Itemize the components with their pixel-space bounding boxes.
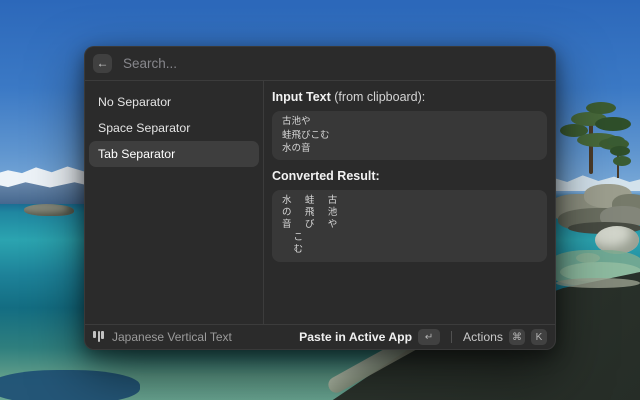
return-key-badge: ↵ (418, 329, 441, 345)
footer: Japanese Vertical Text Paste in Active A… (85, 324, 555, 349)
sidebar-item-label: Tab Separator (98, 147, 176, 161)
foreground-rock-top-edge (556, 278, 640, 288)
input-heading-rest: (from clipboard): (330, 90, 426, 104)
converted-text: 水 蛙 古 の 飛 池 音 び や こ む (282, 194, 338, 256)
small-tree-foliage (613, 156, 631, 166)
input-heading-bold: Input Text (272, 90, 331, 104)
actions-label: Actions (463, 330, 503, 344)
detail-panel: Input Text (from clipboard): 古池や 蛙飛びこむ 水… (264, 81, 555, 324)
small-tree-foliage (610, 146, 630, 156)
actions-button[interactable]: Actions ⌘ K (463, 329, 547, 345)
search-input[interactable] (121, 55, 547, 72)
sidebar-item-tab-separator[interactable]: Tab Separator (89, 141, 259, 167)
vertical-text-icon (93, 330, 104, 344)
converted-text-block: 水 蛙 古 の 飛 池 音 び や こ む (272, 189, 547, 262)
converted-heading: Converted Result: (272, 168, 547, 183)
search-bar: ← (85, 47, 555, 81)
paste-action-label: Paste in Active App (299, 330, 413, 344)
converted-heading-bold: Converted Result: (272, 168, 380, 183)
sidebar-item-no-separator[interactable]: No Separator (89, 89, 259, 115)
extension-name: Japanese Vertical Text (112, 330, 232, 344)
sidebar-item-space-separator[interactable]: Space Separator (89, 115, 259, 141)
back-icon: ← (96, 56, 109, 70)
back-button[interactable]: ← (93, 54, 112, 73)
paste-action-button[interactable]: Paste in Active App ↵ (299, 329, 441, 345)
pine-foliage (595, 117, 631, 131)
launcher-window: ← No Separator Space Separator Tab Separ… (84, 46, 556, 350)
sidebar: No Separator Space Separator Tab Separat… (85, 81, 264, 324)
window-body: No Separator Space Separator Tab Separat… (85, 81, 555, 324)
lake-rock-left (24, 204, 74, 216)
input-text: 古池や 蛙飛びこむ 水の音 (282, 116, 330, 154)
desktop: ← No Separator Space Separator Tab Separ… (0, 0, 640, 400)
input-heading: Input Text (from clipboard): (272, 91, 547, 104)
command-key-badge: ⌘ (509, 329, 525, 345)
pine-foliage (586, 102, 616, 114)
input-text-block: 古池や 蛙飛びこむ 水の音 (272, 111, 547, 160)
small-tree-foliage (607, 136, 625, 146)
k-key-badge: K (531, 329, 547, 345)
sidebar-item-label: Space Separator (98, 121, 191, 135)
footer-divider (451, 331, 453, 343)
sidebar-item-label: No Separator (98, 95, 172, 109)
deep-water-patch (0, 370, 140, 400)
